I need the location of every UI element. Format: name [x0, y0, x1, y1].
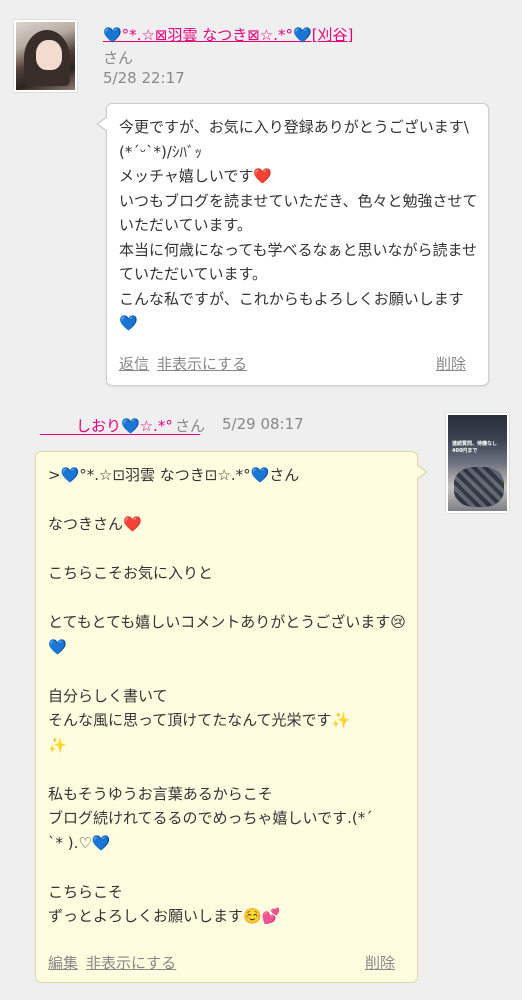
replier-honorific: さん — [175, 417, 206, 435]
avatar-face — [36, 40, 62, 70]
reply-actions-left: 編集 非表示にする — [48, 952, 176, 973]
replier-avatar[interactable]: 連続質問、待機なし 400円まで — [446, 413, 509, 513]
reply-date: 5/29 08:17 — [222, 415, 304, 433]
comment-date: 5/28 22:17 — [103, 69, 185, 87]
avatar-figure — [454, 467, 504, 507]
comment-actions-right: 削除 — [436, 353, 466, 374]
delete-link[interactable]: 削除 — [436, 355, 466, 373]
comment-bubble: 今更ですが、お気に入り登録ありがとうございます\(*´ᵕ`*)/ｼﾊﾞｯ メッチ… — [96, 103, 489, 386]
comment-actions-left: 返信 非表示にする — [119, 353, 247, 374]
edit-link[interactable]: 編集 — [48, 954, 78, 972]
reply-bubble: >💙°*.☆⊡羽雲 なつき⊡☆.*°💙さん なつきさん❤️ こちらこそお気に入り… — [35, 451, 428, 983]
avatar-caption: 連続質問、待機なし 400円まで — [452, 441, 498, 454]
comment-body: 今更ですが、お気に入り登録ありがとうございます\(*´ᵕ`*)/ｼﾊﾞｯ メッチ… — [119, 118, 478, 332]
commenter-name-link[interactable]: 💙°*.☆⊠羽雲 なつき⊠☆.*°💙[刈谷] — [103, 24, 353, 45]
hide-link[interactable]: 非表示にする — [157, 355, 247, 373]
commenter-honorific: さん — [103, 49, 134, 67]
commenter-avatar[interactable] — [14, 20, 77, 92]
reply-actions-right: 削除 — [365, 952, 395, 973]
replier-name-link[interactable]: しおり💙☆.*° — [76, 415, 173, 436]
reply-body: >💙°*.☆⊡羽雲 なつき⊡☆.*°💙さん なつきさん❤️ こちらこそお気に入り… — [48, 466, 406, 925]
hide-link[interactable]: 非表示にする — [86, 954, 176, 972]
reply-link[interactable]: 返信 — [119, 355, 149, 373]
delete-link[interactable]: 削除 — [365, 954, 395, 972]
